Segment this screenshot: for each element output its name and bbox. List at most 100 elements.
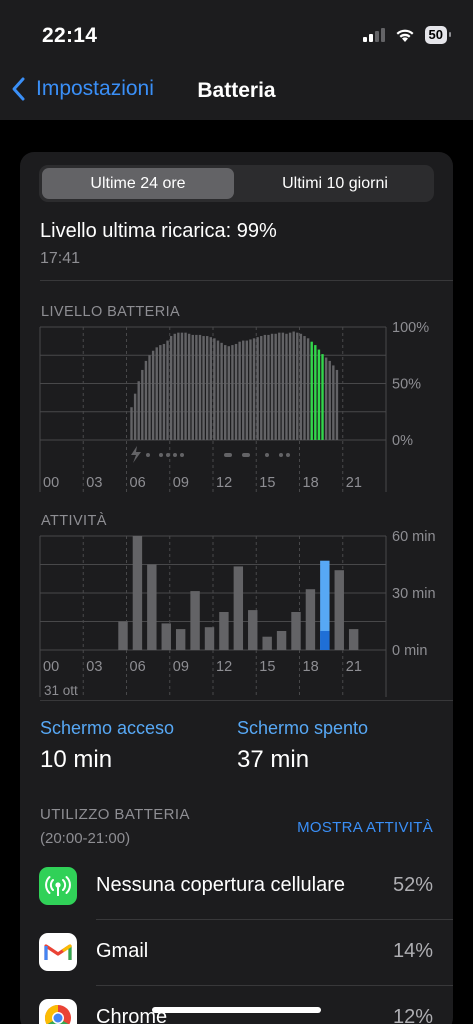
battery-bar [252, 338, 256, 440]
activity-bar [118, 621, 128, 650]
battery-bar [209, 337, 212, 440]
app-name: Nessuna copertura cellulare [96, 874, 346, 896]
y-tick-label: 0% [392, 433, 413, 449]
app-row-no-coverage[interactable]: Nessuna copertura cellulare 52% [20, 854, 453, 920]
battery-bar [245, 340, 249, 440]
activity-bar [219, 612, 229, 650]
battery-level-badge: 50 [424, 26, 452, 44]
battery-bar [137, 381, 140, 440]
screen-off-value: 37 min [237, 746, 310, 773]
x-tick-label: 09 [173, 475, 189, 491]
battery-bar [332, 365, 335, 440]
battery-bar [292, 331, 295, 440]
activity-bar [262, 636, 272, 650]
battery-bar [144, 360, 148, 440]
battery-bar [202, 336, 205, 440]
x-tick-label: 00 [43, 659, 59, 675]
battery-bar [205, 336, 209, 440]
x-tick-label: 09 [173, 659, 189, 675]
battery-bar [180, 332, 184, 440]
battery-bar [130, 407, 133, 440]
battery-bar [227, 346, 231, 440]
battery-bar [148, 355, 151, 440]
screen-on-label: Schermo acceso [40, 718, 175, 738]
battery-bar [162, 343, 166, 440]
x-tick-label: 21 [346, 475, 362, 491]
date-label: 31 ott [44, 683, 78, 698]
battery-bar [191, 334, 194, 440]
battery-bar [177, 332, 180, 440]
battery-usage-title: UTILIZZO BATTERIA [40, 806, 190, 823]
activity-bar [334, 570, 344, 650]
battery-bar [220, 342, 223, 440]
status-bar: 22:14 50 [0, 0, 473, 70]
chrome-icon [39, 999, 77, 1024]
activity-bar [204, 627, 215, 650]
home-indicator[interactable] [152, 1007, 321, 1013]
x-tick-label: 15 [259, 475, 275, 491]
y-tick-label: 60 min [392, 529, 436, 545]
battery-bar [173, 333, 176, 440]
activity-chart: 60 min 30 min 0 min 00 03 06 09 12 15 18 21 31 ott [39, 529, 436, 698]
charts-canvas: 100% 50% 0% 00 03 06 09 12 15 18 21 60 min 30 min [39, 320, 436, 698]
battery-bar [155, 347, 158, 440]
battery-bar [187, 333, 191, 440]
activity-bar [161, 623, 171, 650]
battery-bar [234, 343, 238, 440]
battery-bar [198, 334, 202, 440]
battery-bar [141, 369, 144, 440]
battery-bar [242, 340, 245, 440]
x-tick-label: 12 [216, 659, 232, 675]
x-tick-label: 21 [346, 659, 362, 675]
battery-bar [303, 336, 306, 440]
app-percentage: 52% [392, 874, 433, 896]
activity-bar [233, 566, 244, 650]
battery-bar [335, 369, 339, 440]
screen-on-value: 10 min [40, 746, 113, 773]
activity-bar [175, 629, 186, 650]
status-time: 22:14 [42, 24, 98, 47]
battery-bar [166, 340, 169, 440]
y-tick-label: 50% [392, 377, 421, 393]
y-tick-label: 0 min [392, 643, 427, 659]
battery-bar [288, 332, 292, 440]
y-tick-label: 100% [392, 320, 429, 336]
status-icons: 50 [362, 26, 452, 44]
battery-bar [231, 345, 234, 440]
activity-bar [132, 536, 143, 650]
activity-bar [190, 591, 200, 650]
battery-bar [306, 338, 310, 440]
battery-bar [184, 332, 187, 440]
activity-bar [276, 631, 287, 650]
x-tick-label: 03 [86, 659, 102, 675]
battery-bar [324, 357, 328, 440]
show-activity-button[interactable]: MOSTRA ATTIVITÀ [297, 819, 433, 836]
charging-dots [146, 453, 290, 457]
app-percentage: 12% [392, 1006, 433, 1024]
x-tick-label: 00 [43, 475, 59, 491]
x-tick-label: 18 [303, 659, 319, 675]
battery-bar [317, 349, 321, 440]
battery-bar [260, 336, 263, 440]
activity-bar [147, 564, 157, 650]
app-row-chrome[interactable]: Chrome 12% [20, 986, 453, 1024]
battery-bar [256, 337, 259, 440]
y-tick-label: 30 min [392, 586, 436, 602]
activity-bar [248, 610, 258, 650]
app-row-gmail[interactable]: Gmail 14% [20, 920, 453, 986]
battery-bar [285, 333, 288, 440]
battery-bar [270, 333, 274, 440]
x-tick-label: 06 [130, 475, 146, 491]
x-tick-label: 15 [259, 659, 275, 675]
battery-bar [321, 354, 324, 440]
battery-bar [299, 333, 303, 440]
no-cell-coverage-icon [39, 867, 77, 905]
x-tick-label: 03 [86, 475, 102, 491]
navigation-bar: Impostazioni Batteria [0, 70, 473, 120]
battery-usage-range: (20:00-21:00) [40, 830, 131, 847]
activity-bar [348, 629, 359, 650]
battery-bar [274, 333, 277, 440]
x-tick-label: 18 [303, 475, 319, 491]
activity-bar-segment [320, 631, 330, 650]
battery-bar [151, 350, 155, 440]
